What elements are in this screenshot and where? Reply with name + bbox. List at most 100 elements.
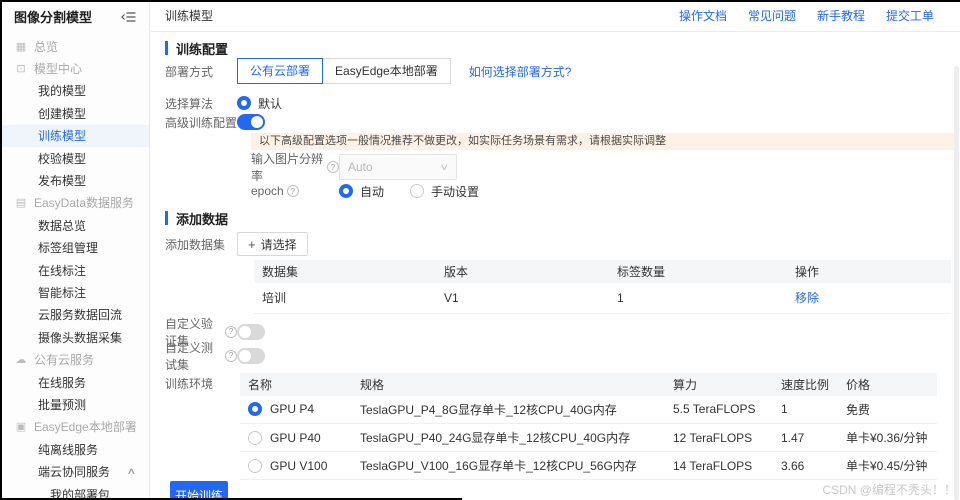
chevron-up-icon[interactable]: ∧ xyxy=(127,466,137,477)
advanced-config-toggle[interactable] xyxy=(237,114,265,130)
sidebar-item[interactable]: 发布模型 xyxy=(0,169,149,191)
environment-table-row[interactable]: GPU P40 TeslaGPU_P40_24G显存单卡_12核CPU_40G内… xyxy=(240,424,937,452)
gpu-radio[interactable] xyxy=(248,402,262,416)
sidebar-item-label: EasyData数据服务 xyxy=(34,194,134,211)
sidebar-item[interactable]: 摄像头数据采集 xyxy=(0,326,149,348)
model-icon: ⊡ xyxy=(15,62,27,75)
screen-edge xyxy=(0,0,2,500)
gpu-radio[interactable] xyxy=(248,459,262,473)
section-title: 训练配置 xyxy=(176,39,228,58)
sidebar-item[interactable]: 训练模型 xyxy=(0,125,149,147)
sidebar-item[interactable]: 标签组管理 xyxy=(0,237,149,259)
environment-table-row[interactable]: GPU V100 TeslaGPU_V100_16G显存单卡_12核CPU_56… xyxy=(240,452,937,480)
question-icon[interactable]: ? xyxy=(287,185,299,197)
epoch-auto-radio[interactable]: 自动 xyxy=(339,183,384,200)
select-dataset-button-label: 请选择 xyxy=(261,236,297,253)
radio-unchecked-icon[interactable] xyxy=(410,184,424,198)
deploy-help-link[interactable]: 如何选择部署方式? xyxy=(469,63,572,80)
sidebar-item[interactable]: 批量预测 xyxy=(0,393,149,415)
topbar-link[interactable]: 新手教程 xyxy=(817,7,865,24)
sidebar-item-label: 创建模型 xyxy=(38,105,86,122)
sidebar-item[interactable]: ▤ EasyData数据服务 xyxy=(0,192,149,214)
sidebar-item[interactable]: 在线标注 xyxy=(0,259,149,281)
version-col-header: 版本 xyxy=(436,260,609,283)
sidebar-item[interactable]: 我的模型 xyxy=(0,80,149,102)
epoch-manual-radio[interactable]: 手动设置 xyxy=(410,183,479,200)
resolution-select[interactable]: Auto ∨ xyxy=(339,154,457,180)
sidebar-collapse-icon[interactable] xyxy=(121,11,137,23)
name-col-header: 名称 xyxy=(240,373,352,396)
radio-checked-icon[interactable] xyxy=(237,96,251,110)
resolution-label: 输入图片分辨率 ? xyxy=(251,150,339,184)
gpu-speed: 1.47 xyxy=(773,424,838,452)
gpu-speed: 3.66 xyxy=(773,452,838,480)
question-icon[interactable]: ? xyxy=(225,326,237,338)
vertical-scrollbar[interactable] xyxy=(954,66,959,500)
deploy-easyedge-button[interactable]: EasyEdge本地部署 xyxy=(322,58,451,84)
dataset-table-row: 培训 V1 1 移除 xyxy=(254,283,951,313)
resolution-select-value: Auto xyxy=(348,160,373,174)
sidebar-item-label: 在线标注 xyxy=(38,262,86,279)
custom-test-toggle[interactable] xyxy=(237,348,265,364)
data-icon: ▤ xyxy=(15,196,27,209)
deploy-public-cloud-button[interactable]: 公有云部署 xyxy=(237,58,323,84)
algorithm-row: 选择算法 默认 xyxy=(165,96,960,110)
gpu-spec: TeslaGPU_P4_8G显存单卡_12核CPU_40G内存 xyxy=(352,396,665,424)
sidebar-item[interactable]: 端云协同服务 ∧ xyxy=(0,460,149,482)
algorithm-default-label: 默认 xyxy=(258,95,282,112)
screen-edge xyxy=(0,0,960,2)
algorithm-label: 选择算法 xyxy=(165,95,237,112)
sidebar-item[interactable]: 在线服务 xyxy=(0,371,149,393)
sidebar-item-label: 我的模型 xyxy=(38,82,86,99)
actions-col-header: 操作 xyxy=(787,260,951,283)
algorithm-default-radio[interactable]: 默认 xyxy=(237,95,282,112)
sidebar-item-label: 训练模型 xyxy=(38,127,86,144)
sidebar-item[interactable]: 纯离线服务 xyxy=(0,438,149,460)
sidebar-item-label: 摄像头数据采集 xyxy=(38,329,122,346)
gpu-radio[interactable] xyxy=(248,431,262,445)
sidebar-item[interactable]: ▦ 总览 xyxy=(0,35,149,57)
watermark-text: CSDN @编程不秃头！！ xyxy=(822,481,956,498)
sidebar-item-label: 纯离线服务 xyxy=(38,441,98,458)
section-title: 添加数据 xyxy=(176,209,228,228)
environment-table-row[interactable]: GPU P4 TeslaGPU_P4_8G显存单卡_12核CPU_40G内存 5… xyxy=(240,396,937,424)
sidebar-item-label: 校验模型 xyxy=(38,150,86,167)
sidebar-item[interactable]: 云服务数据回流 xyxy=(0,304,149,326)
gpu-name: GPU P40 xyxy=(270,431,321,445)
epoch-row: epoch ? 自动 手动设置 xyxy=(251,184,960,198)
advanced-config-label: 高级训练配置 xyxy=(165,114,237,131)
remove-dataset-link[interactable]: 移除 xyxy=(795,291,819,305)
dataset-version-cell: V1 xyxy=(436,283,609,313)
sidebar-item[interactable]: 智能标注 xyxy=(0,281,149,303)
deploy-method-row: 部署方式 公有云部署 EasyEdge本地部署 如何选择部署方式? xyxy=(165,58,960,84)
overview-icon: ▦ xyxy=(15,40,27,53)
topbar: 训练模型 操作文档常见问题新手教程提交工单 xyxy=(151,0,960,32)
topbar-link[interactable]: 提交工单 xyxy=(886,7,934,24)
sidebar-item[interactable]: 校验模型 xyxy=(0,147,149,169)
topbar-link[interactable]: 操作文档 xyxy=(679,7,727,24)
custom-validation-toggle[interactable] xyxy=(237,324,265,340)
select-dataset-button[interactable]: + 请选择 xyxy=(237,232,308,256)
sidebar-item[interactable]: ⊡ 模型中心 xyxy=(0,57,149,79)
sidebar: 图像分割模型 ▦ 总览 ⊡ 模型中心 我的模型 xyxy=(0,0,150,500)
radio-checked-icon[interactable] xyxy=(339,184,353,198)
custom-test-label: 自定义测试集 ? xyxy=(165,339,237,373)
speed-col-header: 速度比例 xyxy=(773,373,838,396)
deploy-method-segmented: 公有云部署 EasyEdge本地部署 xyxy=(237,58,451,84)
sidebar-item[interactable]: 数据总览 xyxy=(0,214,149,236)
sidebar-item[interactable]: ☁ 公有云服务 xyxy=(0,348,149,370)
sidebar-item[interactable]: ▣ EasyEdge本地部署 xyxy=(0,416,149,438)
section-add-data: 添加数据 xyxy=(165,210,960,226)
question-icon[interactable]: ? xyxy=(225,350,237,362)
topbar-link[interactable]: 常见问题 xyxy=(748,7,796,24)
gpu-name: GPU P4 xyxy=(270,402,314,416)
epoch-label-text: epoch xyxy=(251,184,284,198)
gpu-power: 12 TeraFLOPS xyxy=(665,424,773,452)
section-accent-bar xyxy=(165,41,168,55)
chevron-down-icon: ∨ xyxy=(440,162,450,173)
sidebar-item-label: 云服务数据回流 xyxy=(38,306,122,323)
dataset-table-header-row: 数据集 版本 标签数量 操作 xyxy=(254,260,951,283)
question-icon[interactable]: ? xyxy=(327,161,339,173)
sidebar-item[interactable]: 创建模型 xyxy=(0,102,149,124)
section-accent-bar xyxy=(165,211,168,225)
